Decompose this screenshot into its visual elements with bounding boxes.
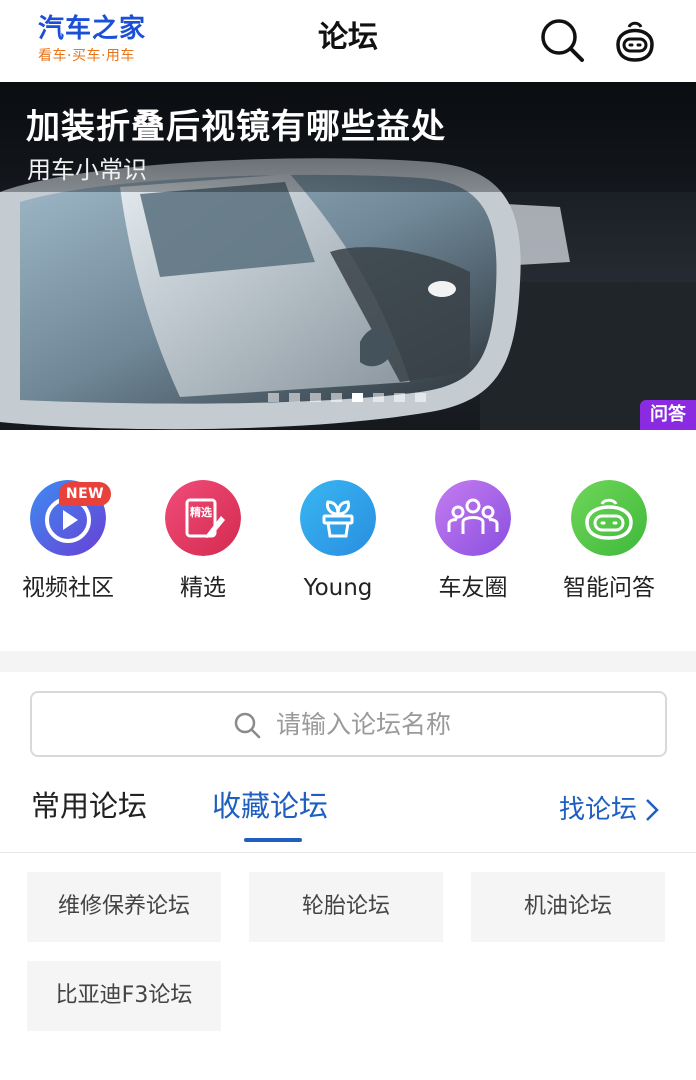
banner-category-tag: 问答 [640,400,696,430]
carousel-dot[interactable] [373,393,384,402]
search-icon [541,19,584,62]
carousel-indicators [268,393,426,403]
carousel-dot[interactable] [415,393,426,402]
people-icon [435,480,511,556]
carousel-dot[interactable] [394,393,405,402]
entry-video-community[interactable]: NEW 视频社区 [3,470,133,610]
assistant-button[interactable] [610,16,660,64]
carousel-dot[interactable] [268,393,279,402]
quick-entry-grid: NEW 视频社区 精选 精选 Young 车友圈 智能问答 [0,470,696,610]
forum-tabs: 常用论坛 收藏论坛 找论坛 [0,780,696,853]
entry-label: 车友圈 [438,575,508,601]
banner-carousel[interactable]: 加装折叠后视镜有哪些益处 用车小常识 问答 [0,82,696,430]
featured-icon-text: 精选 [190,505,212,519]
plant-icon [300,480,376,556]
entry-label: 智能问答 [563,575,655,601]
forum-search-box[interactable] [30,691,667,757]
forum-search-input[interactable] [276,703,636,745]
active-tab-indicator [244,838,302,842]
entry-young[interactable]: Young [273,470,403,610]
forum-chip[interactable]: 维修保养论坛 [27,872,221,942]
banner-title: 加装折叠后视镜有哪些益处 [26,107,446,147]
new-badge: NEW [59,482,111,506]
entry-smart-qa[interactable]: 智能问答 [544,470,674,610]
logo-wordmark: 汽车之家 [38,14,147,44]
find-forum-link[interactable]: 找论坛 [559,792,659,828]
entry-featured[interactable]: 精选 精选 [138,470,268,610]
top-bar: 汽车之家 看车·买车·用车 论坛 [0,0,696,82]
section-divider [0,651,696,672]
forum-chip[interactable]: 机油论坛 [471,872,665,942]
entry-label: 视频社区 [22,575,114,601]
tab-favorite-forums[interactable]: 收藏论坛 [212,786,328,826]
carousel-dot[interactable] [352,393,363,402]
carousel-dot[interactable] [310,393,321,402]
forum-chip[interactable]: 比亚迪F3论坛 [27,961,221,1031]
logo-slogan: 看车·买车·用车 [38,48,135,64]
entry-car-friends[interactable]: 车友圈 [408,470,538,610]
robot-icon [571,480,647,556]
autohome-logo[interactable]: 汽车之家 看车·买车·用车 [38,14,158,68]
entry-label: 精选 [180,575,226,601]
search-icon [234,712,261,739]
tab-common-forums[interactable]: 常用论坛 [31,786,147,826]
entry-label: Young [303,575,373,601]
banner-subtitle: 用车小常识 [27,156,147,184]
chevron-right-icon [646,799,659,821]
find-forum-label: 找论坛 [559,795,638,825]
carousel-dot[interactable] [289,393,300,402]
robot-icon [616,21,654,62]
forum-chip[interactable]: 轮胎论坛 [249,872,443,942]
carousel-dot[interactable] [331,393,342,402]
banner-caption-overlay: 加装折叠后视镜有哪些益处 用车小常识 [0,82,696,192]
featured-icon: 精选 [165,480,241,556]
search-button[interactable] [538,16,586,64]
